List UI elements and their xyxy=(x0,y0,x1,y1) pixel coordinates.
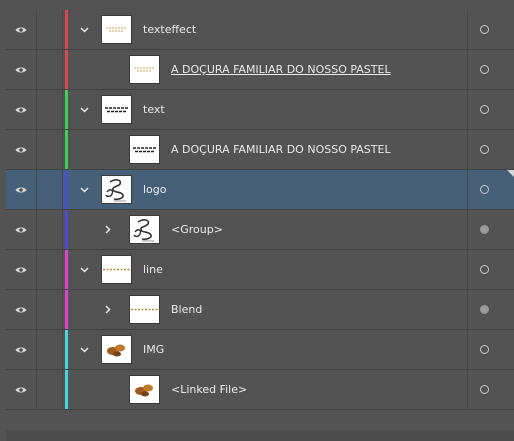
layer-color-bar xyxy=(65,90,68,129)
layers-list: texteffect A DOÇURA FAMILIAR DO NOSSO PAS… xyxy=(6,10,514,410)
layer-color-bar xyxy=(65,130,68,169)
target-column-divider xyxy=(467,90,468,129)
target-column-divider xyxy=(467,10,468,49)
target-circle-icon[interactable] xyxy=(480,345,489,354)
target-circle-icon[interactable] xyxy=(480,385,489,394)
chevron-down-icon[interactable] xyxy=(77,90,91,129)
panel-footer xyxy=(6,430,514,441)
layer-color-bar xyxy=(65,210,68,249)
layer-color-bar xyxy=(65,330,68,369)
target-column-divider xyxy=(467,370,468,409)
lock-toggle[interactable] xyxy=(37,250,63,289)
lock-toggle[interactable] xyxy=(37,170,63,209)
target-column-divider xyxy=(467,130,468,169)
layer-name[interactable]: A DOÇURA FAMILIAR DO NOSSO PASTEL xyxy=(171,130,391,169)
layer-thumbnail xyxy=(101,95,132,124)
layer-color-bar xyxy=(65,290,68,329)
eye-icon[interactable] xyxy=(6,290,37,329)
target-column-divider xyxy=(467,210,468,249)
target-column-divider xyxy=(467,170,468,209)
eye-icon[interactable] xyxy=(6,210,37,249)
target-circle-icon[interactable] xyxy=(480,305,489,314)
target-column-divider xyxy=(467,50,468,89)
layer-name[interactable]: <Linked File> xyxy=(171,370,247,409)
layer-row[interactable]: A DOÇURA FAMILIAR DO NOSSO PASTEL xyxy=(6,50,514,90)
layer-color-bar xyxy=(65,370,68,409)
layer-color-bar xyxy=(65,10,68,49)
target-circle-icon[interactable] xyxy=(480,65,489,74)
lock-toggle[interactable] xyxy=(37,210,63,249)
eye-icon[interactable] xyxy=(6,50,37,89)
eye-icon[interactable] xyxy=(6,330,37,369)
layer-name[interactable]: IMG xyxy=(143,330,164,369)
layer-thumbnail xyxy=(129,375,160,404)
lock-toggle[interactable] xyxy=(37,290,63,329)
layer-name[interactable]: logo xyxy=(143,170,167,209)
layer-thumbnail xyxy=(101,255,132,284)
lock-toggle[interactable] xyxy=(37,90,63,129)
layer-color-bar xyxy=(65,250,68,289)
layer-name[interactable]: <Group> xyxy=(171,210,223,249)
lock-toggle[interactable] xyxy=(37,10,63,49)
layer-name[interactable]: line xyxy=(143,250,163,289)
target-circle-icon[interactable] xyxy=(480,225,489,234)
layers-panel: texteffect A DOÇURA FAMILIAR DO NOSSO PAS… xyxy=(0,0,514,441)
chevron-down-icon[interactable] xyxy=(77,10,91,49)
eye-icon[interactable] xyxy=(6,130,37,169)
target-column-divider xyxy=(467,250,468,289)
layer-row[interactable]: A DOÇURA FAMILIAR DO NOSSO PASTEL xyxy=(6,130,514,170)
lock-toggle[interactable] xyxy=(37,330,63,369)
eye-icon[interactable] xyxy=(6,90,37,129)
eye-icon[interactable] xyxy=(6,170,37,209)
layer-row[interactable]: <Linked File> xyxy=(6,370,514,410)
target-column-divider xyxy=(467,330,468,369)
layer-thumbnail xyxy=(129,135,160,164)
layer-thumbnail xyxy=(101,175,132,204)
chevron-down-icon[interactable] xyxy=(77,250,91,289)
target-circle-icon[interactable] xyxy=(480,185,489,194)
target-circle-icon[interactable] xyxy=(480,25,489,34)
layer-row[interactable]: <Group> xyxy=(6,210,514,250)
layer-row[interactable]: line xyxy=(6,250,514,290)
chevron-right-icon[interactable] xyxy=(101,210,115,249)
lock-toggle[interactable] xyxy=(37,50,63,89)
target-column-divider xyxy=(467,290,468,329)
layer-thumbnail xyxy=(101,15,132,44)
chevron-down-icon[interactable] xyxy=(77,170,91,209)
layer-name[interactable]: A DOÇURA FAMILIAR DO NOSSO PASTEL xyxy=(171,50,391,89)
layer-row[interactable]: Blend xyxy=(6,290,514,330)
layer-thumbnail xyxy=(129,55,160,84)
layer-name[interactable]: texteffect xyxy=(143,10,196,49)
chevron-right-icon[interactable] xyxy=(101,290,115,329)
layer-name[interactable]: text xyxy=(143,90,165,129)
layer-thumbnail xyxy=(101,335,132,364)
chevron-down-icon[interactable] xyxy=(77,330,91,369)
layer-row[interactable]: text xyxy=(6,90,514,130)
lock-toggle[interactable] xyxy=(37,130,63,169)
layer-name[interactable]: Blend xyxy=(171,290,202,329)
selection-indicator xyxy=(507,170,514,177)
eye-icon[interactable] xyxy=(6,250,37,289)
layer-row[interactable]: IMG xyxy=(6,330,514,370)
layer-color-bar xyxy=(65,50,68,89)
target-circle-icon[interactable] xyxy=(480,145,489,154)
layer-thumbnail xyxy=(129,295,160,324)
eye-icon[interactable] xyxy=(6,10,37,49)
eye-icon[interactable] xyxy=(6,370,37,409)
layer-thumbnail xyxy=(129,215,160,244)
layer-row[interactable]: texteffect xyxy=(6,10,514,50)
layer-color-bar xyxy=(65,170,68,209)
target-circle-icon[interactable] xyxy=(480,105,489,114)
layer-row[interactable]: logo xyxy=(6,170,514,210)
target-circle-icon[interactable] xyxy=(480,265,489,274)
lock-toggle[interactable] xyxy=(37,370,63,409)
